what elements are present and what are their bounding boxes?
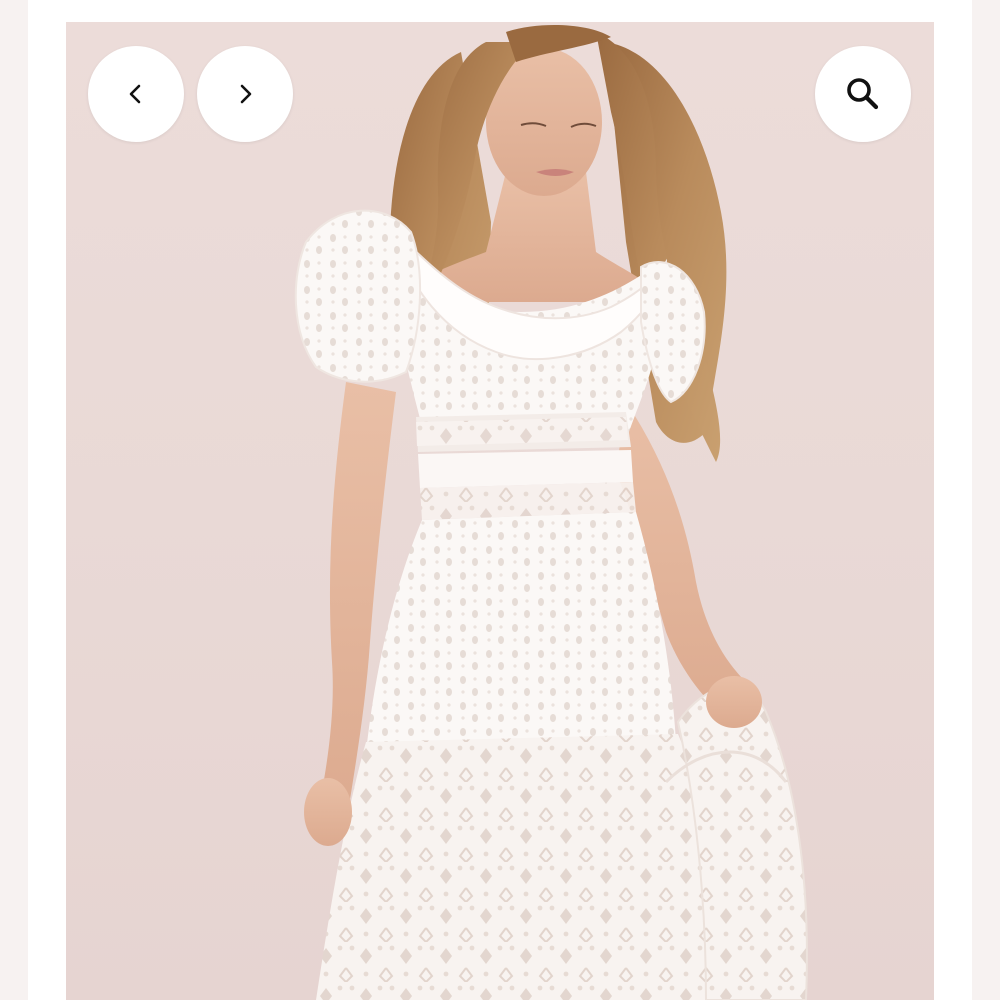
next-image-button[interactable]: chevron-right-icon: [197, 46, 293, 142]
product-image-viewer: chevron-left-icon chevron-right-icon mag…: [0, 0, 1000, 1000]
magnifier-icon: [847, 78, 879, 110]
left-margin: [0, 0, 28, 1000]
chevron-right-icon: [240, 84, 252, 104]
zoom-button[interactable]: magnifier-icon: [815, 46, 911, 142]
right-margin: [972, 0, 1000, 1000]
chevron-left-icon: [129, 84, 141, 104]
product-photo[interactable]: [66, 22, 934, 1000]
previous-image-button[interactable]: chevron-left-icon: [88, 46, 184, 142]
model-in-white-eyelet-dress-illustration: [294, 25, 808, 1000]
